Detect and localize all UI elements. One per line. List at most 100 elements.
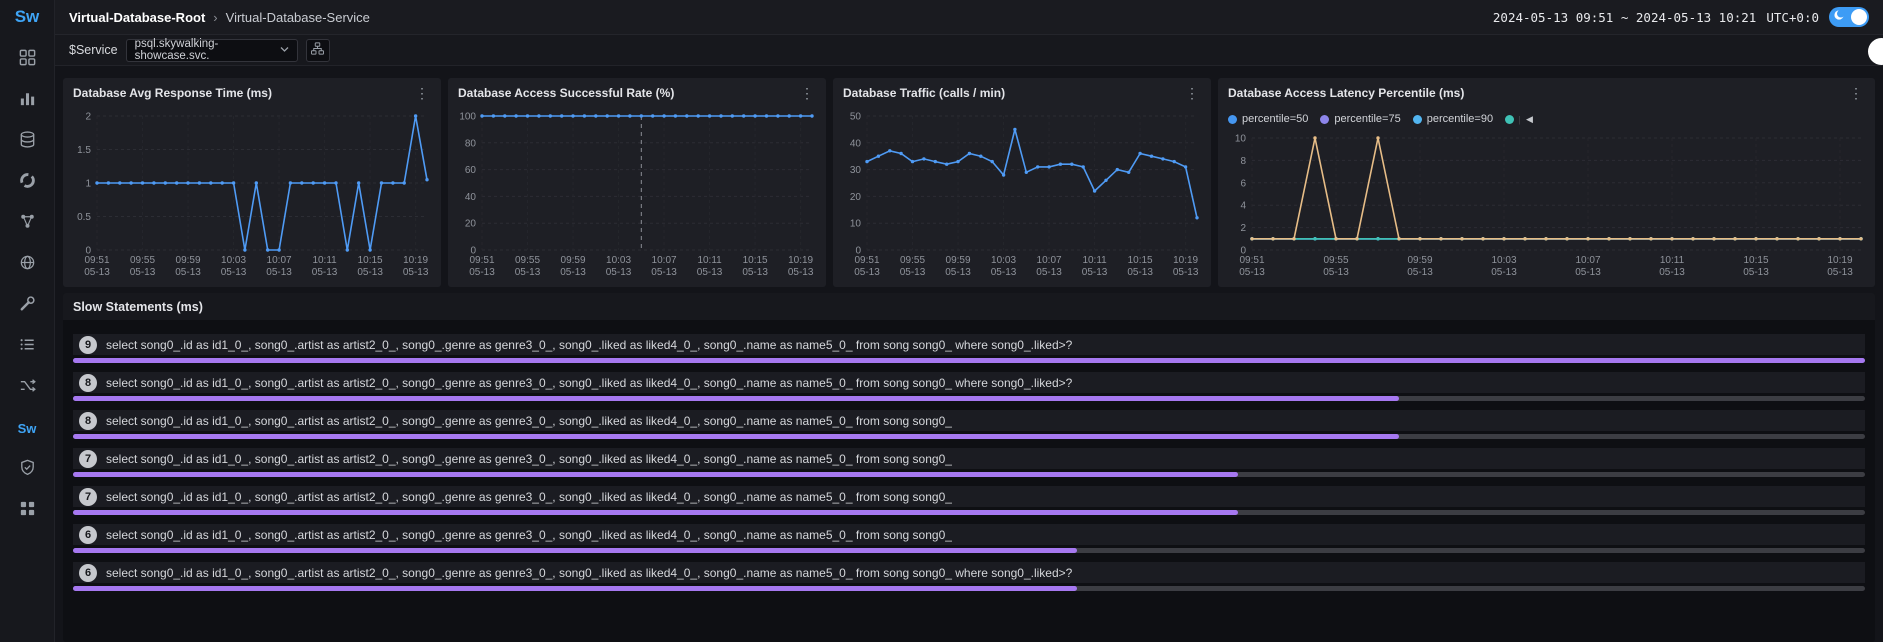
- svg-text:05-13: 05-13: [991, 267, 1017, 278]
- slow-statement-row[interactable]: 7 select song0_.id as id1_0_, song0_.art…: [73, 448, 1865, 477]
- slow-statement-row[interactable]: 8 select song0_.id as id1_0_, song0_.art…: [73, 410, 1865, 439]
- svg-text:05-13: 05-13: [130, 267, 156, 278]
- svg-text:4: 4: [1240, 201, 1246, 212]
- statement-text: select song0_.id as id1_0_, song0_.artis…: [106, 338, 1072, 352]
- legend-dot: [1228, 115, 1237, 124]
- svg-text:05-13: 05-13: [312, 267, 338, 278]
- breadcrumb-root[interactable]: Virtual-Database-Root: [69, 10, 205, 25]
- sidebar-item-dashboards[interactable]: [6, 39, 48, 80]
- svg-text:09:59: 09:59: [561, 255, 586, 266]
- traffic-chart[interactable]: 0102030405009:5105-1309:5505-1309:5905-1…: [833, 108, 1211, 280]
- statement-text: select song0_.id as id1_0_, song0_.artis…: [106, 414, 952, 428]
- svg-text:10:19: 10:19: [403, 255, 428, 266]
- breadcrumb-current[interactable]: Virtual-Database-Service: [226, 10, 370, 25]
- kebab-menu-icon[interactable]: ⋮: [413, 85, 431, 102]
- slow-statement-row[interactable]: 6 select song0_.id as id1_0_, song0_.art…: [73, 524, 1865, 553]
- svg-text:10:07: 10:07: [1575, 255, 1600, 266]
- svg-text:10:07: 10:07: [267, 255, 292, 266]
- svg-text:1: 1: [85, 179, 91, 190]
- kebab-menu-icon[interactable]: ⋮: [1183, 85, 1201, 102]
- sidebar-item-database[interactable]: [6, 121, 48, 162]
- help-floating-button[interactable]: [1868, 38, 1883, 65]
- svg-text:05-13: 05-13: [1659, 267, 1685, 278]
- grid-menu-icon: [18, 48, 37, 72]
- svg-text:05-13: 05-13: [854, 267, 880, 278]
- slow-statement-row[interactable]: 8 select song0_.id as id1_0_, song0_.art…: [73, 372, 1865, 401]
- chevron-down-icon: [280, 44, 289, 56]
- statement-bar-fill: [73, 434, 1399, 439]
- top-header: Virtual-Database-Root › Virtual-Database…: [55, 0, 1883, 35]
- kebab-menu-icon[interactable]: ⋮: [1847, 85, 1865, 102]
- service-select[interactable]: psql.skywalking-showcase.svc.: [126, 39, 298, 62]
- toggle-knob: [1851, 9, 1867, 25]
- time-range-picker[interactable]: 2024-05-13 09:51 ~ 2024-05-13 10:21: [1493, 10, 1756, 25]
- svg-text:05-13: 05-13: [221, 267, 247, 278]
- svg-text:05-13: 05-13: [1491, 267, 1517, 278]
- legend-dot: [1413, 115, 1422, 124]
- svg-text:20: 20: [465, 219, 477, 230]
- svg-text:40: 40: [850, 138, 862, 149]
- sitemap-icon: [310, 41, 325, 59]
- svg-text:05-13: 05-13: [266, 267, 292, 278]
- skywalking-small-icon: Sw: [18, 421, 37, 436]
- statement-bar-track: [73, 510, 1865, 515]
- slow-statement-row[interactable]: 6 select song0_.id as id1_0_, song0_.art…: [73, 562, 1865, 591]
- bar-chart-icon: [18, 89, 37, 113]
- latency-percentile-chart[interactable]: 024681009:5105-1309:5505-1309:5905-1310:…: [1218, 130, 1875, 280]
- statement-bar-track: [73, 548, 1865, 553]
- slow-statement-row[interactable]: 7 select song0_.id as id1_0_, song0_.art…: [73, 486, 1865, 515]
- svg-text:05-13: 05-13: [84, 267, 110, 278]
- panel-avg-response-time: Database Avg Response Time (ms) ⋮ 00.511…: [63, 78, 441, 287]
- legend-label: percentile=50: [1242, 113, 1308, 125]
- legend-item[interactable]: percentile=90: [1413, 113, 1493, 125]
- svg-text:09:51: 09:51: [854, 255, 879, 266]
- chart-title-avg-response-time: Database Avg Response Time (ms): [73, 86, 272, 100]
- statement-text: select song0_.id as id1_0_, song0_.artis…: [106, 490, 952, 504]
- svg-text:05-13: 05-13: [697, 267, 723, 278]
- kebab-menu-icon[interactable]: ⋮: [798, 85, 816, 102]
- topology-button[interactable]: [306, 39, 330, 62]
- svg-text:05-13: 05-13: [1407, 267, 1433, 278]
- skywalking-logo[interactable]: Sw: [15, 7, 40, 27]
- legend-scroll-left-icon[interactable]: ◀: [1526, 114, 1533, 125]
- legend-item[interactable]: percentile=95: [1505, 113, 1520, 125]
- statement-bar-fill: [73, 472, 1238, 477]
- wrench-icon: [18, 294, 37, 318]
- sidebar-item-trace[interactable]: [6, 367, 48, 408]
- app-root: Sw Sw: [0, 0, 1883, 642]
- dark-mode-toggle[interactable]: [1829, 7, 1869, 27]
- svg-text:2: 2: [85, 112, 91, 123]
- svg-text:10:03: 10:03: [606, 255, 631, 266]
- legend-item[interactable]: percentile=75: [1320, 113, 1400, 125]
- legend-item[interactable]: percentile=50: [1228, 113, 1308, 125]
- successful-rate-chart[interactable]: 02040608010009:5105-1309:5505-1309:5905-…: [448, 108, 826, 280]
- svg-text:05-13: 05-13: [788, 267, 814, 278]
- svg-text:40: 40: [465, 192, 477, 203]
- sidebar-item-kubernetes[interactable]: [6, 244, 48, 285]
- svg-text:10:19: 10:19: [788, 255, 813, 266]
- statement-value-badge: 7: [79, 488, 97, 506]
- sidebar-item-functions[interactable]: [6, 203, 48, 244]
- svg-text:05-13: 05-13: [651, 267, 677, 278]
- svg-text:8: 8: [1240, 156, 1246, 167]
- svg-text:05-13: 05-13: [1036, 267, 1062, 278]
- statement-bar-fill: [73, 548, 1077, 553]
- sidebar-item-marketplace[interactable]: [6, 490, 48, 531]
- globe-icon: [18, 253, 37, 277]
- svg-text:05-13: 05-13: [175, 267, 201, 278]
- sidebar-item-logs[interactable]: [6, 326, 48, 367]
- latency-legend-items: percentile=50 percentile=75 percentile=90 p…: [1228, 113, 1520, 125]
- avg-response-time-chart[interactable]: 00.511.5209:5105-1309:5505-1309:5905-131…: [63, 108, 441, 280]
- statement-value-badge: 6: [79, 564, 97, 582]
- sidebar-item-infrastructure[interactable]: [6, 285, 48, 326]
- list-icon: [18, 335, 37, 359]
- sidebar-item-general-service[interactable]: [6, 80, 48, 121]
- sidebar-item-virtual-database[interactable]: Sw: [6, 408, 48, 449]
- topbar-right: 2024-05-13 09:51 ~ 2024-05-13 10:21 UTC+…: [1493, 7, 1869, 27]
- sidebar-item-self-observability[interactable]: [6, 449, 48, 490]
- slow-statement-row[interactable]: 9 select song0_.id as id1_0_, song0_.art…: [73, 334, 1865, 363]
- statement-text: select song0_.id as id1_0_, song0_.artis…: [106, 376, 1072, 390]
- sidebar-item-service-mesh[interactable]: [6, 162, 48, 203]
- statement-bar-fill: [73, 358, 1865, 363]
- timezone-label: UTC+0:0: [1766, 10, 1819, 25]
